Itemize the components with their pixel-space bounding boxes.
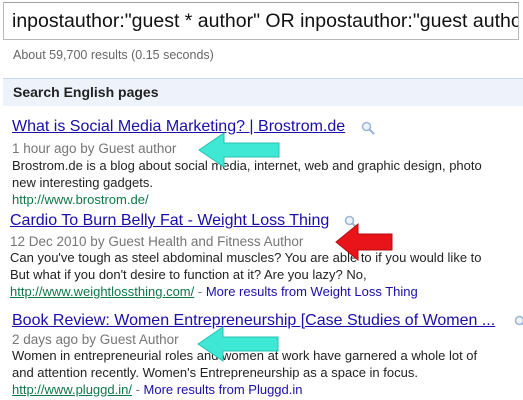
- result-meta: 2 days ago by Guest Author: [12, 332, 179, 347]
- separator: -: [194, 284, 206, 299]
- more-results-link[interactable]: More results from Pluggd.in: [144, 382, 303, 397]
- result-url-line: http://www.pluggd.in/ - More results fro…: [12, 382, 302, 397]
- result-stats: About 59,700 results (0.15 seconds): [13, 48, 214, 62]
- result-meta: 1 hour ago by Guest author: [12, 141, 177, 156]
- search-input[interactable]: [4, 3, 518, 39]
- snippet-line: But what if you don't desire to function…: [10, 266, 367, 282]
- result-snippet: Can you've tough as steel abdominal musc…: [10, 250, 523, 283]
- search-box[interactable]: [3, 2, 519, 40]
- cyan-arrow-icon: [197, 326, 279, 362]
- separator: -: [131, 382, 144, 397]
- result-title-link[interactable]: Cardio To Burn Belly Fat - Weight Loss T…: [10, 212, 329, 230]
- magnifier-icon[interactable]: [361, 121, 375, 135]
- section-header: Search English pages: [3, 78, 523, 106]
- result-url[interactable]: http://www.weightlossthing.com/: [10, 284, 194, 299]
- snippet-line: Can you've tough as steel abdominal musc…: [10, 250, 482, 265]
- red-arrow-icon: [335, 222, 393, 262]
- result-url-line: http://www.brostrom.de/: [12, 192, 149, 207]
- result-meta: 12 Dec 2010 by Guest Health and Fitness …: [10, 234, 304, 249]
- snippet-line: new interesting gadgets.: [12, 174, 153, 190]
- result-url[interactable]: http://www.brostrom.de/: [12, 192, 149, 207]
- result-title-link[interactable]: What is Social Media Marketing? | Brostr…: [12, 118, 345, 136]
- result-url-line: http://www.weightlossthing.com/ - More r…: [10, 284, 418, 299]
- magnifier-icon[interactable]: [514, 315, 523, 329]
- more-results-link[interactable]: More results from Weight Loss Thing: [206, 284, 418, 299]
- cyan-arrow-icon: [198, 132, 280, 168]
- snippet-line: and attention recently. Women's Entrepre…: [12, 364, 418, 380]
- result-url[interactable]: http://www.pluggd.in/: [12, 382, 132, 397]
- section-header-label: Search English pages: [13, 84, 159, 100]
